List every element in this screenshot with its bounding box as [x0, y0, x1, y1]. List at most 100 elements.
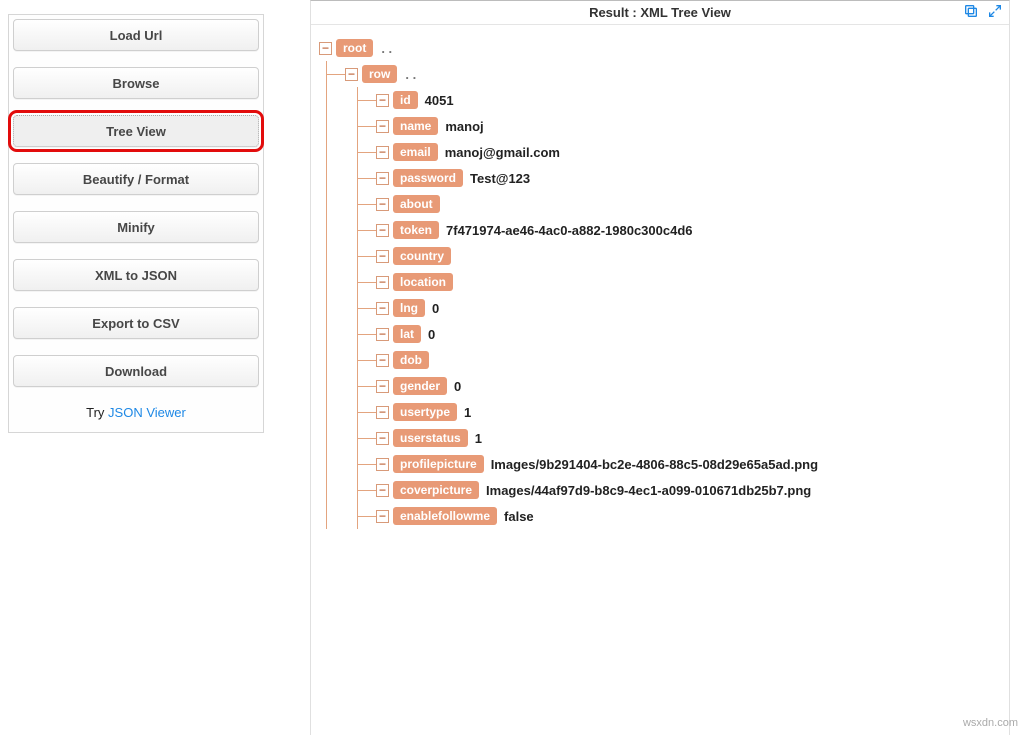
tag-enablefollowme[interactable]: enablefollowme	[393, 507, 497, 525]
tag-dob[interactable]: dob	[393, 351, 429, 369]
copy-icon[interactable]	[963, 3, 979, 19]
collapse-icon[interactable]	[376, 458, 389, 471]
collapse-icon[interactable]	[376, 354, 389, 367]
collapse-icon[interactable]	[376, 198, 389, 211]
tree-connector	[358, 464, 376, 465]
json-viewer-link[interactable]: JSON Viewer	[108, 405, 186, 420]
tree-connector	[358, 412, 376, 413]
value-name: manoj	[445, 119, 483, 134]
tree-leaf-name: name manoj	[358, 113, 1001, 139]
collapse-icon[interactable]	[376, 120, 389, 133]
tree-leaf-enablefollowme: enablefollowmefalse	[358, 503, 1001, 529]
tree-connector	[358, 100, 376, 101]
value-password: Test@123	[470, 171, 530, 186]
tag-userstatus[interactable]: userstatus	[393, 429, 468, 447]
tree-connector	[358, 386, 376, 387]
tag-profilepicture[interactable]: profilepicture	[393, 455, 484, 473]
value-lat: 0	[428, 327, 435, 342]
tree-connector	[358, 256, 376, 257]
tag-lng[interactable]: lng	[393, 299, 425, 317]
collapse-icon[interactable]	[376, 146, 389, 159]
collapse-icon[interactable]	[319, 42, 332, 55]
try-line: Try JSON Viewer	[13, 403, 259, 428]
tree-leaf-lat: lat 0	[358, 321, 1001, 347]
tag-location[interactable]: location	[393, 273, 453, 291]
collapse-icon[interactable]	[376, 224, 389, 237]
value-gender: 0	[454, 379, 461, 394]
tag-gender[interactable]: gender	[393, 377, 447, 395]
sidebar-btn-load-url[interactable]: Load Url	[13, 19, 259, 51]
tree-connector	[358, 126, 376, 127]
sidebar-btn-browse[interactable]: Browse	[13, 67, 259, 99]
value-token: 7f471974-ae46-4ac0-a882-1980c300c4d6	[446, 223, 693, 238]
collapse-icon[interactable]	[376, 406, 389, 419]
tree-leaf-dob: dob	[358, 347, 1001, 373]
sidebar-btn-download[interactable]: Download	[13, 355, 259, 387]
tree-node-root: root . .	[319, 35, 1001, 61]
expand-icon[interactable]	[987, 3, 1003, 19]
tree-leaf-token: token 7f471974-ae46-4ac0-a882-1980c300c4d…	[358, 217, 1001, 243]
tree-connector	[358, 178, 376, 179]
sidebar-btn-xml-to-json[interactable]: XML to JSON	[13, 259, 259, 291]
sidebar-btn-tree-view[interactable]: Tree View	[13, 115, 259, 147]
ellipsis: . .	[405, 67, 416, 82]
sidebar-btn-beautify-format[interactable]: Beautify / Format	[13, 163, 259, 195]
tree-connector	[327, 74, 345, 75]
tree-leaf-country: country	[358, 243, 1001, 269]
collapse-icon[interactable]	[376, 302, 389, 315]
collapse-icon[interactable]	[376, 484, 389, 497]
collapse-icon[interactable]	[376, 172, 389, 185]
try-prefix: Try	[86, 405, 108, 420]
tree-connector	[358, 438, 376, 439]
tree-node-row: row . .	[327, 61, 1001, 87]
value-coverpicture: Images/44af97d9-b8c9-4ec1-a099-010671db2…	[486, 483, 811, 498]
tree-connector	[358, 152, 376, 153]
result-icons	[963, 3, 1003, 19]
result-header: Result : XML Tree View	[311, 1, 1009, 25]
tag-token[interactable]: token	[393, 221, 439, 239]
tree-leaf-gender: gender 0	[358, 373, 1001, 399]
tag-about[interactable]: about	[393, 195, 440, 213]
collapse-icon[interactable]	[376, 276, 389, 289]
value-profilepicture: Images/9b291404-bc2e-4806-88c5-08d29e65a…	[491, 457, 818, 472]
value-lng: 0	[432, 301, 439, 316]
collapse-icon[interactable]	[376, 94, 389, 107]
root-children: row . . id 4051 name manoj email manoj@gmail.…	[326, 61, 1001, 529]
collapse-icon[interactable]	[376, 432, 389, 445]
collapse-icon[interactable]	[345, 68, 358, 81]
tree-connector	[358, 490, 376, 491]
result-panel: Result : XML Tree View root . .	[310, 0, 1010, 735]
collapse-icon[interactable]	[376, 328, 389, 341]
xml-tree: root . . row . . id 4051 name manoj email man…	[311, 25, 1009, 529]
sidebar: Load Url Browse Tree View Beautify / Format…	[8, 14, 264, 433]
collapse-icon[interactable]	[376, 510, 389, 523]
value-userstatus: 1	[475, 431, 482, 446]
tag-row[interactable]: row	[362, 65, 397, 83]
tree-connector	[358, 308, 376, 309]
tree-leaf-about: about	[358, 191, 1001, 217]
tree-connector	[358, 204, 376, 205]
collapse-icon[interactable]	[376, 250, 389, 263]
tree-leaf-profilepicture: profilepicture Images/9b291404-bc2e-4806-…	[358, 451, 1001, 477]
tree-connector	[358, 334, 376, 335]
tag-name[interactable]: name	[393, 117, 438, 135]
sidebar-btn-export-to-csv[interactable]: Export to CSV	[13, 307, 259, 339]
tag-country[interactable]: country	[393, 247, 451, 265]
value-id: 4051	[425, 93, 454, 108]
tag-coverpicture[interactable]: coverpicture	[393, 481, 479, 499]
tree-leaf-userstatus: userstatus 1	[358, 425, 1001, 451]
tree-leaf-password: password Test@123	[358, 165, 1001, 191]
tag-email[interactable]: email	[393, 143, 438, 161]
row-children: id 4051 name manoj email manoj@gmail.com passw…	[357, 87, 1001, 529]
value-email: manoj@gmail.com	[445, 145, 560, 160]
tag-id[interactable]: id	[393, 91, 418, 109]
tree-leaf-coverpicture: coverpicture Images/44af97d9-b8c9-4ec1-a0…	[358, 477, 1001, 503]
collapse-icon[interactable]	[376, 380, 389, 393]
tree-connector	[358, 282, 376, 283]
sidebar-btn-minify[interactable]: Minify	[13, 211, 259, 243]
tag-password[interactable]: password	[393, 169, 463, 187]
tag-root[interactable]: root	[336, 39, 373, 57]
tree-leaf-id: id 4051	[358, 87, 1001, 113]
tag-usertype[interactable]: usertype	[393, 403, 457, 421]
tag-lat[interactable]: lat	[393, 325, 421, 343]
